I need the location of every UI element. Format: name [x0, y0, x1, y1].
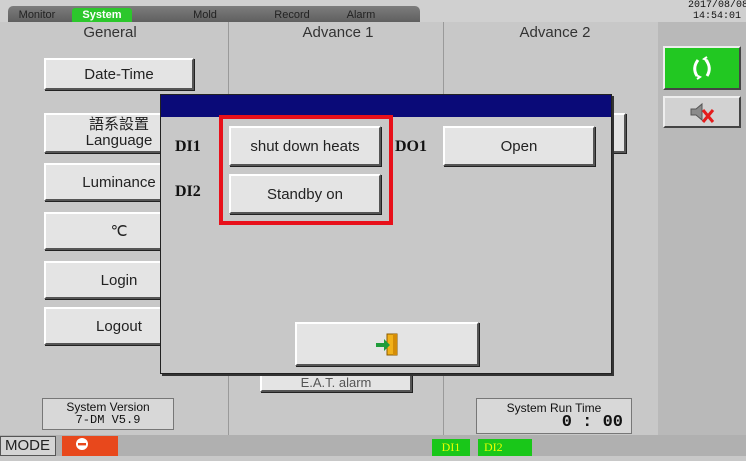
- refresh-icon: [693, 56, 711, 80]
- stop-button[interactable]: [62, 436, 118, 456]
- system-run-time-box: System Run Time 0 : 00: [476, 398, 632, 434]
- do1-label: DO1: [395, 138, 427, 155]
- tab-monitor[interactable]: Monitor: [10, 8, 64, 22]
- mute-button[interactable]: [663, 96, 741, 128]
- do1-function-button[interactable]: Open: [443, 126, 595, 166]
- date-time-button[interactable]: Date-Time: [44, 58, 194, 90]
- column-title-advance-2: Advance 2: [519, 24, 591, 41]
- di1-label: DI1: [175, 138, 201, 155]
- column-title-advance-1: Advance 1: [302, 24, 374, 41]
- logout-label: Logout: [96, 317, 142, 335]
- system-version-box: System Version 7-DM V5.9: [42, 398, 174, 430]
- tab-system[interactable]: System: [72, 8, 132, 22]
- column-title-general: General: [83, 24, 137, 41]
- refresh-button[interactable]: [663, 46, 741, 90]
- login-label: Login: [100, 271, 138, 289]
- system-run-time-value: 0 : 00: [561, 413, 623, 432]
- di2-indicator: DI2: [478, 439, 532, 456]
- tab-record[interactable]: Record: [262, 8, 322, 22]
- speaker-muted-icon: [690, 102, 715, 123]
- tab-alarm[interactable]: Alarm: [336, 8, 386, 22]
- tab-mold[interactable]: Mold: [180, 8, 230, 22]
- exit-door-icon: [376, 333, 398, 356]
- language-label: Language: [85, 132, 153, 149]
- system-version-value: 7-DM V5.9: [75, 413, 141, 427]
- luminance-label: Luminance: [82, 173, 156, 191]
- clock-time: 14:54:01: [692, 11, 741, 22]
- do1-function-label: Open: [500, 137, 538, 155]
- dialog-title-bar: [161, 95, 611, 117]
- eat-alarm-label: E.A.T. alarm: [300, 375, 372, 390]
- clock: 2017/08/08 14:54:01: [688, 0, 746, 22]
- di-selection-highlight: [219, 115, 393, 225]
- exit-button[interactable]: [295, 322, 479, 366]
- clock-date: 2017/08/08: [688, 0, 746, 11]
- di2-label: DI2: [175, 183, 201, 200]
- temperature-unit-label: ℃: [110, 223, 128, 240]
- date-time-label: Date-Time: [84, 65, 154, 83]
- mode-indicator: MODE: [0, 436, 56, 456]
- di1-indicator: DI1: [432, 439, 470, 456]
- language-chinese-label: 語系設置: [88, 116, 149, 133]
- io-dialog: DI1 shut down heats DO1 Open DI2 Standby…: [160, 94, 612, 374]
- stop-icon: [76, 438, 88, 450]
